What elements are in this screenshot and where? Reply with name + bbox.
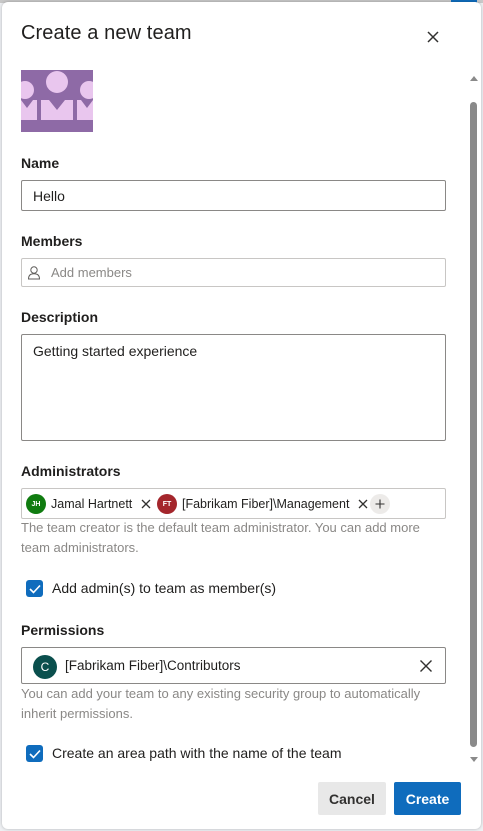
remove-chip-icon[interactable]	[140, 498, 152, 510]
checkmark-icon	[28, 584, 41, 594]
scroll-down-icon[interactable]	[469, 754, 479, 764]
name-input-value: Hello	[33, 188, 65, 204]
members-input[interactable]: Add members	[21, 258, 446, 287]
admin-chip-management: FT [Fabrikam Fiber]\Management	[157, 493, 369, 515]
avatar: JH	[26, 494, 46, 514]
administrators-label: Administrators	[21, 463, 121, 479]
name-label: Name	[21, 155, 60, 171]
administrators-picker[interactable]: JH Jamal Hartnett FT [Fabrikam Fiber]\Ma…	[21, 488, 446, 519]
admin-chip-name: [Fabrikam Fiber]\Management	[182, 497, 350, 511]
person-icon	[27, 266, 41, 280]
members-placeholder: Add members	[51, 265, 132, 280]
scroll-up-icon[interactable]	[469, 74, 479, 84]
team-group-icon	[21, 70, 93, 132]
add-icon	[375, 499, 385, 509]
scrollbar-thumb[interactable]	[470, 102, 477, 747]
dialog-title: Create a new team	[21, 22, 192, 44]
avatar: C	[33, 655, 57, 679]
avatar: FT	[157, 494, 177, 514]
clear-icon[interactable]	[419, 659, 433, 673]
description-label: Description	[21, 309, 99, 325]
add-admins-checkbox-label: Add admin(s) to team as member(s)	[52, 580, 277, 596]
cancel-button[interactable]: Cancel	[318, 782, 386, 815]
permissions-picker[interactable]: C [Fabrikam Fiber]\Contributors	[21, 647, 446, 684]
members-label: Members	[21, 233, 83, 249]
close-button[interactable]	[422, 26, 444, 48]
dialog-scrollbar[interactable]	[467, 72, 481, 767]
area-path-checkbox[interactable]	[26, 745, 43, 762]
area-path-checkbox-label: Create an area path with the name of the…	[52, 745, 342, 761]
admin-chip-jamal-hartnett: JH Jamal Hartnett	[26, 493, 152, 515]
checkmark-icon	[28, 749, 41, 759]
add-administrator-button[interactable]	[370, 494, 390, 514]
create-button[interactable]: Create	[394, 782, 461, 815]
name-input[interactable]: Hello	[21, 180, 446, 211]
administrators-helper-text: The team creator is the default team adm…	[21, 520, 420, 555]
permissions-label: Permissions	[21, 622, 105, 638]
create-team-dialog: Create a new team Name Hello Members Add…	[2, 2, 481, 829]
remove-chip-icon[interactable]	[357, 498, 369, 510]
permissions-value: [Fabrikam Fiber]\Contributors	[65, 658, 241, 673]
add-admins-checkbox[interactable]	[26, 580, 43, 597]
description-textarea[interactable]: Getting started experience	[21, 334, 446, 441]
close-icon	[427, 31, 439, 43]
admin-chip-name: Jamal Hartnett	[51, 497, 133, 511]
description-value: Getting started experience	[33, 343, 198, 359]
permissions-helper-text: You can add your team to any existing se…	[21, 686, 421, 721]
